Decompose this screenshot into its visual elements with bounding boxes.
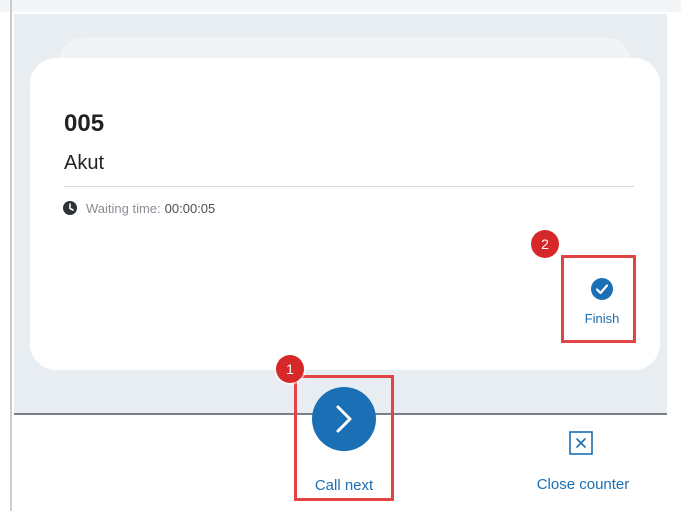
clock-icon <box>63 201 77 215</box>
waiting-time: Waiting time: 00:00:05 <box>62 200 215 216</box>
ticket-number: 005 <box>64 110 105 137</box>
step-badge-2: 2 <box>531 230 559 258</box>
close-box-icon <box>569 431 593 455</box>
frame-border <box>10 0 12 511</box>
top-edge <box>0 0 681 12</box>
highlight-call-next <box>294 375 394 501</box>
waiting-time-value: 00:00:05 <box>164 200 216 216</box>
close-counter-label: Close counter <box>536 476 630 493</box>
service-name: Akut <box>64 152 105 174</box>
highlight-finish <box>561 255 636 343</box>
card-divider <box>64 186 634 187</box>
waiting-time-label: Waiting time: <box>86 200 161 216</box>
step-badge-1: 1 <box>276 355 304 383</box>
close-counter-button[interactable]: Close counter <box>528 428 638 500</box>
